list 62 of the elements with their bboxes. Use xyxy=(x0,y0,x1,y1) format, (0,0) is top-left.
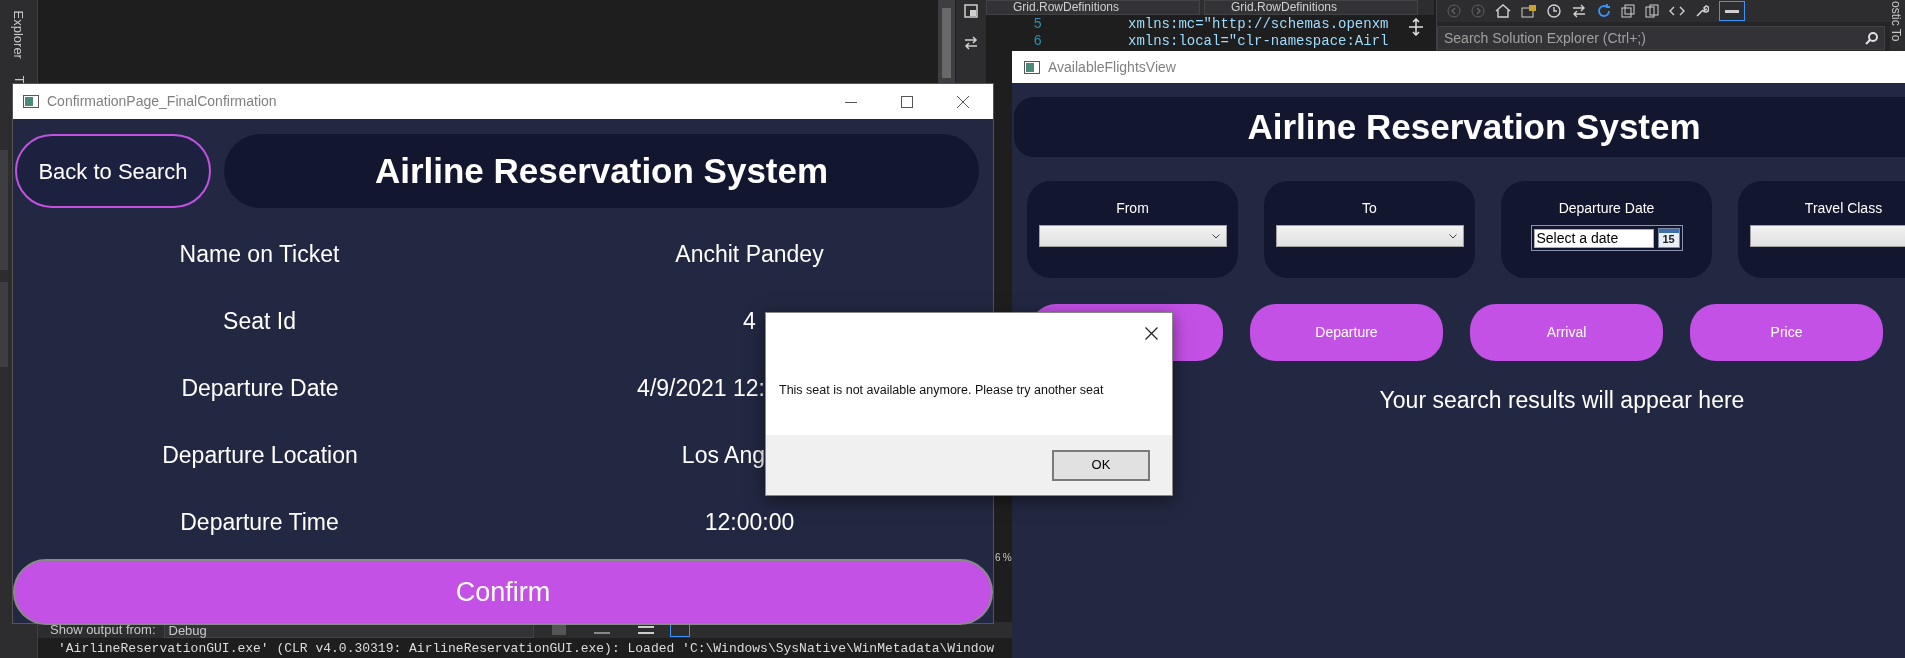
close-icon[interactable] xyxy=(957,95,969,108)
collapse-icon[interactable] xyxy=(1621,4,1635,18)
sort-button[interactable]: Departure xyxy=(1250,304,1443,361)
refresh-icon[interactable] xyxy=(1597,4,1611,18)
code-line: xmlns:mc="http://schemas.openxm xyxy=(1128,15,1389,34)
field-label: Seat Id xyxy=(223,307,296,337)
filter-label: To xyxy=(1362,199,1377,218)
sort-button[interactable]: Arrival xyxy=(1470,304,1663,361)
app-icon xyxy=(1024,60,1040,74)
field-label: Name on Ticket xyxy=(179,240,340,270)
confirm-button[interactable]: Confirm xyxy=(13,559,993,625)
app-icon xyxy=(23,95,39,108)
window-title: AvailableFlightsView xyxy=(1048,57,1176,77)
ok-button[interactable]: OK xyxy=(1052,449,1150,481)
code-line: xmlns:local="clr-namespace:Airl xyxy=(1128,32,1389,51)
zoom-level[interactable]: 6 % xyxy=(995,550,1012,565)
swap-icon[interactable] xyxy=(963,36,979,50)
clock-icon[interactable] xyxy=(1547,4,1561,18)
code-icon[interactable] xyxy=(1669,4,1685,18)
line-number: 6 xyxy=(1032,32,1042,51)
split-icon[interactable] xyxy=(1408,18,1424,36)
wrench-icon[interactable] xyxy=(1695,4,1709,18)
date-field[interactable]: Select a date xyxy=(1533,228,1654,248)
field-value: 12:00:00 xyxy=(704,508,795,538)
field-value: 4/9/2021 12: xyxy=(637,374,765,404)
output-line: 'AirlineReservationGUI.exe' (CLR v4.0.30319: AirlineReservationGUI.exe): Loaded 'C:\Windows\SysNative\WinMetadata\Window xyxy=(57,641,996,657)
search-field[interactable]: Search Solution Explorer (Ctrl+;) xyxy=(1437,26,1885,50)
results-message: Your search results will appear here xyxy=(1379,386,1745,415)
field-value: Los Ang xyxy=(681,441,765,471)
filter-label: Departure Date xyxy=(1558,199,1655,218)
field-label: Departure Time xyxy=(180,508,339,538)
calendar-icon[interactable]: 15 xyxy=(1657,228,1680,248)
dialog-message: This seat is not available anymore. Please try another seat xyxy=(779,381,1104,399)
page-heading: Airline Reservation System xyxy=(1014,97,1905,157)
editor-dropdown[interactable]: Grid.RowDefinitions xyxy=(1204,0,1418,15)
chevron-down-icon[interactable] xyxy=(1211,233,1220,239)
side-tab[interactable]: T xyxy=(8,76,29,84)
close-icon[interactable] xyxy=(1145,327,1158,340)
search-icon[interactable] xyxy=(1865,31,1879,45)
field-value: 4 xyxy=(743,307,756,337)
scrollbar-thumb[interactable] xyxy=(942,8,951,78)
back-button[interactable]: Back to Search xyxy=(15,134,211,208)
line-number: 5 xyxy=(1032,15,1042,34)
window-title: ConfirmationPage_FinalConfirmation xyxy=(47,92,277,111)
chevron-down-icon[interactable] xyxy=(1448,233,1457,239)
editor-dropdown[interactable]: Grid.RowDefinitions xyxy=(986,0,1200,15)
preview-icon[interactable] xyxy=(1719,1,1745,21)
windows-icon[interactable] xyxy=(1521,4,1537,18)
window-icon[interactable] xyxy=(964,4,978,18)
filter-label: Travel Class xyxy=(1804,199,1883,218)
maximize-icon[interactable] xyxy=(901,95,913,108)
copy-icon[interactable] xyxy=(1645,4,1659,18)
field-label: Departure Date xyxy=(181,374,339,404)
page-heading: Airline Reservation System xyxy=(224,134,979,208)
side-tab[interactable]: ostic To xyxy=(1890,1,1905,51)
field-label: Departure Location xyxy=(162,441,358,471)
sync-icon[interactable] xyxy=(1571,4,1587,18)
side-tab[interactable]: Explorer xyxy=(8,10,29,60)
home-icon[interactable] xyxy=(1495,4,1511,18)
field-value: Anchit Pandey xyxy=(675,240,824,270)
filter-label: From xyxy=(1116,199,1149,218)
sort-button[interactable]: Price xyxy=(1690,304,1883,361)
